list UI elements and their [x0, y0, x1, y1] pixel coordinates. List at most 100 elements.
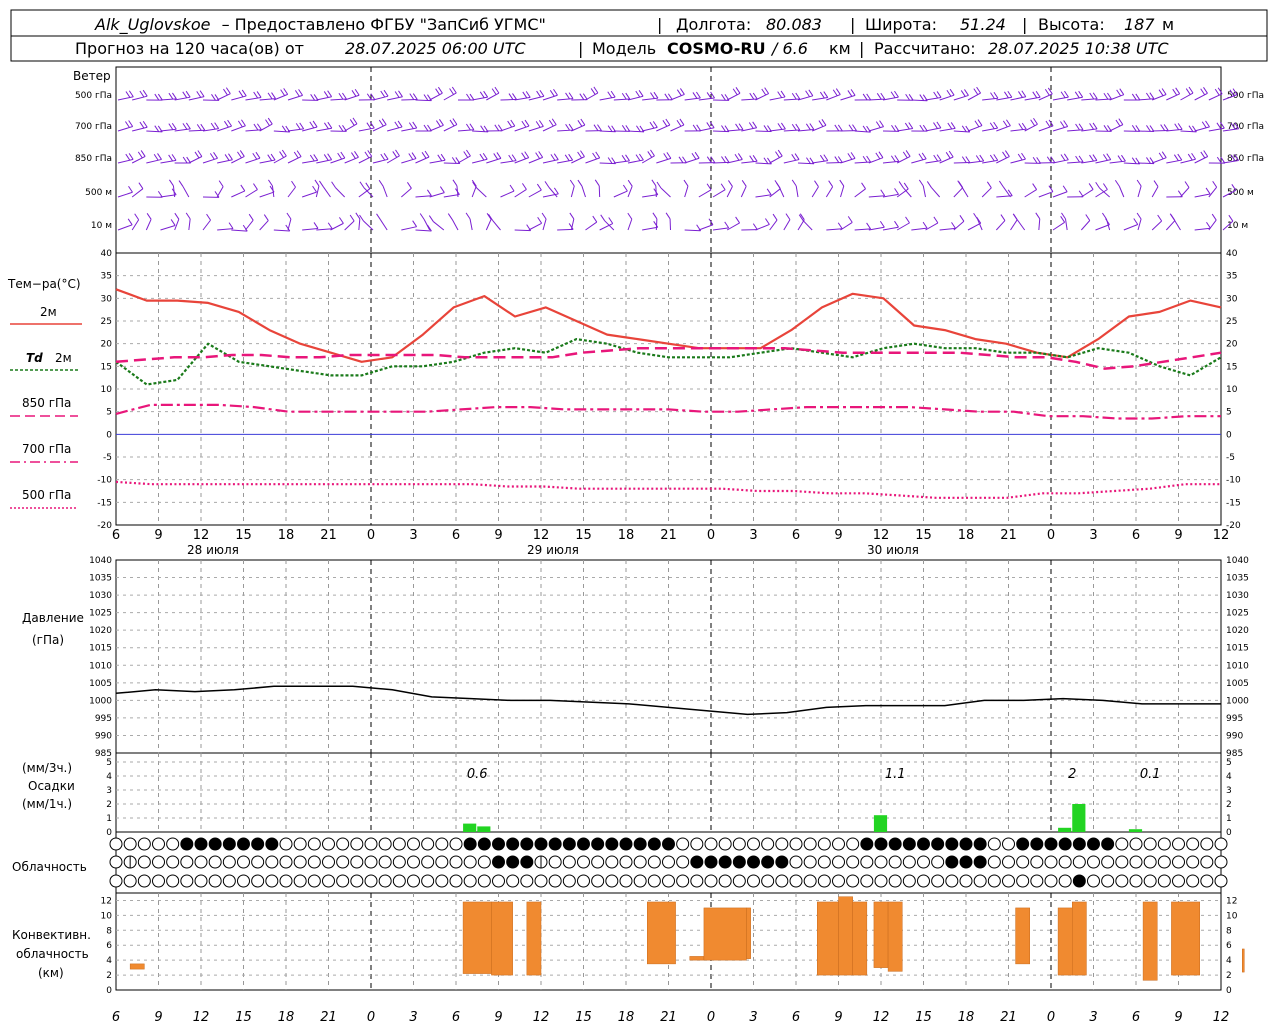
conv-ytick-left: 0 [106, 986, 112, 996]
wind-barb-flag [525, 91, 531, 98]
wind-barb-flag [752, 121, 758, 129]
wind-barb-flag [1063, 120, 1069, 127]
wind-barb [330, 222, 344, 231]
wind-barb-flag [850, 89, 856, 96]
wind-barb-flag [664, 93, 670, 101]
wind-barb [117, 96, 134, 101]
wind-barb [443, 92, 457, 101]
wind-barb-flag [691, 152, 697, 160]
wind-barb-flag [676, 119, 682, 127]
wind-barb-flag [728, 180, 733, 187]
wind-barb-flag [947, 122, 953, 130]
wind-barb-flag [565, 92, 570, 100]
wind-barb-flag [364, 151, 370, 159]
conv-label-3: (км) [38, 966, 64, 980]
precip-ytick-left: 0 [106, 828, 112, 838]
wind-barb-flag [682, 156, 687, 164]
cloud-symbol [534, 874, 548, 888]
wind-barb-flag [1045, 120, 1051, 128]
wind-barb [868, 195, 885, 198]
wind-barb-flag [834, 124, 840, 132]
wind-barb-flag [521, 152, 527, 160]
wind-barb-flag [125, 153, 131, 161]
wind-barb [160, 159, 177, 164]
wind-barb [967, 160, 984, 164]
wind-barb-flag [752, 92, 758, 100]
wind-barb-flag [1088, 183, 1094, 190]
conv-bar [838, 896, 853, 976]
wind-barb-flag [597, 124, 602, 131]
wind-barb-flag [376, 213, 381, 221]
wind-barb-flag [412, 93, 418, 100]
wind-barb-flag [976, 86, 982, 94]
cloud-symbol [322, 855, 335, 869]
cloud-symbol [761, 874, 775, 888]
wind-barb [287, 128, 304, 132]
wind-barb-flag [665, 118, 671, 126]
wind-barb-flag [252, 152, 258, 160]
wind-barb-flag [218, 180, 224, 187]
cloud-symbol [336, 874, 350, 888]
wind-barb-flag [1078, 155, 1084, 163]
wind-barb-flag [271, 92, 276, 99]
wind-barb [271, 185, 275, 198]
wind-barb-flag [795, 123, 801, 131]
wind-barb-flag [850, 152, 856, 159]
wind-barb [1052, 96, 1069, 101]
precip-bar [873, 815, 888, 832]
cloud-symbol [860, 837, 874, 851]
conv-xtick: 6 [792, 1010, 800, 1024]
wind-barb-flag [662, 120, 668, 127]
cloud-symbol [987, 874, 1001, 888]
cloud-symbol [1030, 855, 1044, 869]
wind-barb-flag [847, 216, 853, 223]
conv-bar [462, 901, 492, 974]
wind-barb-flag [553, 187, 559, 195]
wind-barb-flag [551, 118, 557, 125]
temp-ytick-right: 20 [1226, 340, 1238, 350]
cloud-symbol [704, 855, 718, 869]
station-name: Alk_Uglovskoe [94, 15, 211, 35]
wind-barb [117, 224, 133, 231]
conv-bar [852, 901, 868, 976]
wind-barb [231, 190, 246, 198]
model-res: / 6.6 [770, 39, 808, 58]
press-ytick-right: 995 [1226, 714, 1243, 724]
wind-barb [1123, 224, 1138, 231]
wind-barb [160, 224, 176, 231]
wind-barb [1010, 219, 1018, 231]
wind-barb-flag [1187, 153, 1193, 161]
wind-barb-flag [837, 156, 843, 163]
wind-barb-flag [1200, 88, 1206, 96]
precip-total: 0.1 [1140, 767, 1161, 782]
cloud-symbol [704, 837, 718, 851]
conv-xtick: 6 [1132, 1010, 1140, 1024]
cloud-symbol [109, 855, 123, 869]
wind-barb-flag [256, 91, 262, 98]
cloud-symbol [1214, 837, 1228, 851]
wind-barb [797, 162, 814, 165]
wind-barb [500, 98, 517, 101]
wind-barb [316, 96, 332, 101]
wind-barb-flag [535, 152, 541, 159]
cloud-symbol [577, 855, 590, 869]
wind-barb-flag [989, 122, 995, 130]
wind-barb-flag [948, 150, 954, 158]
wind-barb [472, 158, 488, 164]
wind-barb [613, 98, 630, 101]
cloud-symbol [364, 837, 378, 851]
wind-barb-flag [621, 155, 627, 162]
wind-barb-flag [265, 119, 270, 126]
wind-barb [599, 130, 616, 133]
wind-barb-flag [125, 91, 131, 98]
cloud-symbol [1087, 837, 1100, 851]
wind-barb-flag [1131, 93, 1137, 101]
wind-barb-flag [412, 121, 418, 129]
temp-xtick: 21 [1000, 528, 1017, 543]
cloud-symbol [237, 837, 250, 851]
wind-barb [897, 128, 913, 132]
wind-barb-flag [134, 213, 140, 221]
wind-barb [231, 125, 246, 132]
cloud-symbol [846, 855, 860, 869]
wind-barb-flag [1136, 212, 1142, 220]
